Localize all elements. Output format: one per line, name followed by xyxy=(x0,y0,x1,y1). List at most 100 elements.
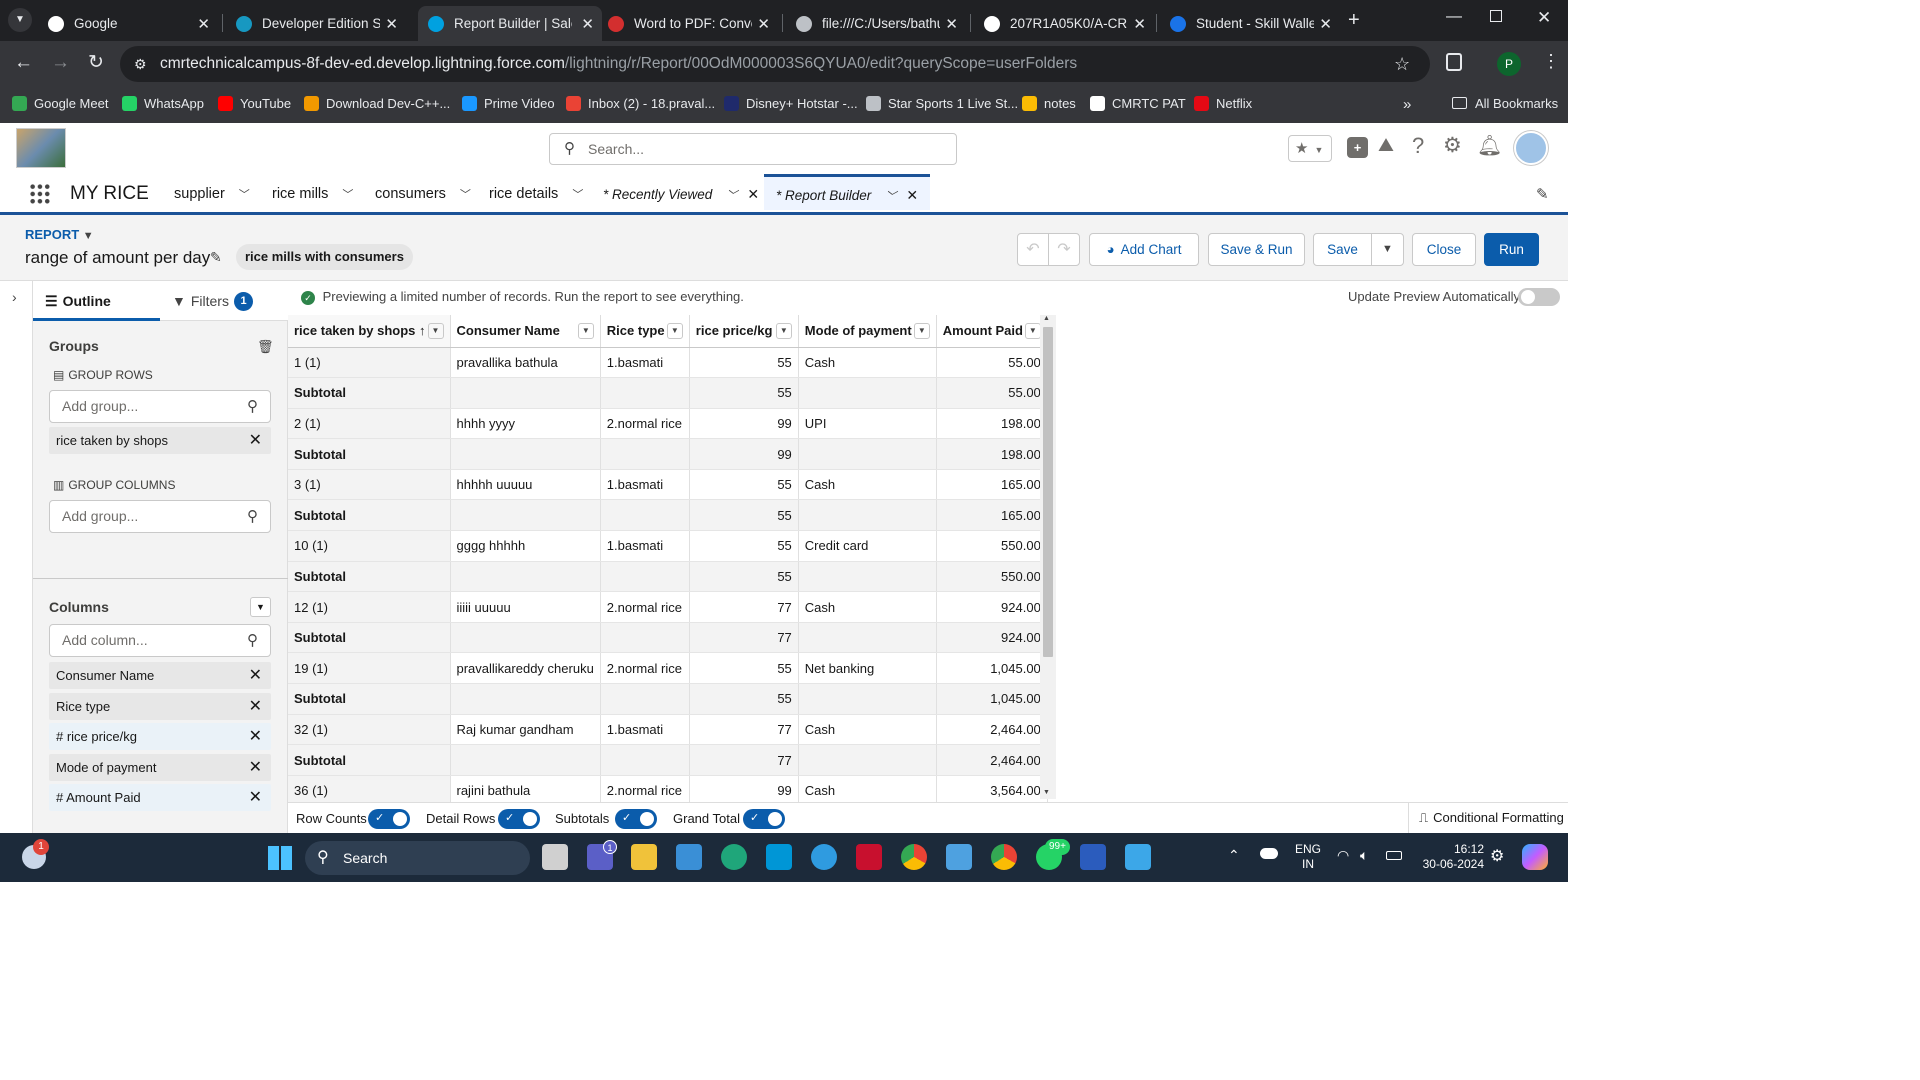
chevron-down-icon[interactable]: ﹀ xyxy=(572,189,583,201)
copilot-icon[interactable] xyxy=(1522,844,1548,870)
panel-collapse-rail[interactable]: › xyxy=(0,281,33,833)
close-window-button[interactable]: ✕ xyxy=(1537,8,1551,28)
bookmark-item[interactable]: Google Meet xyxy=(12,96,108,111)
delete-groups-icon[interactable]: 🗑︎ xyxy=(257,339,274,355)
browser-tab[interactable]: Google ✕ xyxy=(38,6,218,41)
bookmark-item[interactable]: Download Dev-C++... xyxy=(304,96,450,111)
close-tab-icon[interactable]: ✕ xyxy=(906,187,918,203)
tab-close-icon[interactable]: ✕ xyxy=(197,15,210,33)
setup-gear-icon[interactable]: ⚙ xyxy=(1443,133,1462,158)
bookmark-item[interactable]: Netflix xyxy=(1194,96,1252,111)
notifications-bell-icon[interactable]: 🔔︎ xyxy=(1477,133,1502,158)
nav-item[interactable]: rice details ﹀ xyxy=(489,176,583,212)
chrome-menu-icon[interactable]: ⋮ xyxy=(1542,51,1560,72)
chevron-down-icon[interactable]: ﹀ xyxy=(885,191,896,203)
browser-tab[interactable]: Word to PDF: Conver ✕ xyxy=(598,6,778,41)
help-app-icon[interactable] xyxy=(811,844,837,870)
column-header[interactable]: Amount Paid ▼ xyxy=(936,315,1048,348)
table-row[interactable]: 32 (1) Raj kumar gandham 1.basmati 77 Cash 2,… xyxy=(288,714,1048,746)
remove-icon[interactable]: ✕ xyxy=(249,723,262,750)
onedrive-icon[interactable] xyxy=(1260,848,1278,859)
group-row-pill[interactable]: rice taken by shops ✕ xyxy=(49,427,271,454)
battery-icon[interactable] xyxy=(1386,851,1402,860)
forward-icon[interactable]: → xyxy=(51,52,70,74)
grand-total-toggle[interactable] xyxy=(743,809,785,829)
tab-close-icon[interactable]: ✕ xyxy=(1133,15,1146,33)
column-pill[interactable]: Consumer Name ✕ xyxy=(49,662,271,689)
org-logo[interactable] xyxy=(16,128,66,168)
bookmark-item[interactable]: WhatsApp xyxy=(122,96,204,111)
column-header[interactable]: rice taken by shops ↑ ▼ xyxy=(288,315,451,348)
browser-tab[interactable]: 207R1A05K0/A-CRM ✕ xyxy=(974,6,1154,41)
global-add-icon[interactable]: + xyxy=(1347,137,1368,158)
site-info-icon[interactable]: ⚙ xyxy=(134,46,147,82)
chevron-down-icon[interactable]: ﹀ xyxy=(726,190,737,202)
chevron-down-icon[interactable]: ﹀ xyxy=(342,189,353,201)
column-menu-icon[interactable]: ▼ xyxy=(666,323,683,339)
bookmark-item[interactable]: notes xyxy=(1022,96,1076,111)
save-menu-button[interactable]: ▼ xyxy=(1371,233,1404,266)
global-search-input[interactable]: ⚲ Search... xyxy=(549,133,957,165)
table-row[interactable]: 19 (1) pravallikareddy cheruku 2.normal ri… xyxy=(288,652,1048,685)
back-icon[interactable]: ← xyxy=(14,52,33,74)
photos-icon[interactable] xyxy=(1125,844,1151,870)
chrome-profile-icon[interactable] xyxy=(991,844,1017,870)
bookmark-item[interactable]: YouTube xyxy=(218,96,291,111)
column-header[interactable]: Rice type ▼ xyxy=(600,315,690,348)
reload-icon[interactable]: ↻ xyxy=(88,51,104,74)
table-row[interactable]: 12 (1) iiiii uuuuu 2.normal rice 77 Cash 924.… xyxy=(288,591,1048,623)
remove-icon[interactable]: ✕ xyxy=(249,754,262,781)
help-icon[interactable]: ? xyxy=(1412,133,1424,159)
tab-filters[interactable]: ▼ Filters 1 xyxy=(160,281,288,321)
bookmark-item[interactable]: CMRTC PAT xyxy=(1090,96,1186,111)
tab-close-icon[interactable]: ✕ xyxy=(581,15,594,33)
myhp-icon[interactable] xyxy=(766,844,792,870)
table-row[interactable]: 1 (1) pravallika bathula 1.basmati 55 Cash 55… xyxy=(288,347,1048,379)
vertical-scrollbar[interactable]: ▲ ▼ xyxy=(1040,315,1056,799)
language-indicator[interactable]: ENG IN xyxy=(1295,842,1321,872)
save-button[interactable]: Save xyxy=(1313,233,1372,266)
minimize-button[interactable]: — xyxy=(1446,8,1462,26)
edge-icon[interactable] xyxy=(721,844,747,870)
bookmark-item[interactable]: Inbox (2) - 18.praval... xyxy=(566,96,715,111)
close-button[interactable]: Close xyxy=(1412,233,1476,266)
update-preview-toggle[interactable] xyxy=(1518,288,1560,306)
taskbar-search[interactable]: ⚲ Search xyxy=(305,841,530,875)
task-view-icon[interactable] xyxy=(542,844,568,870)
favorites-star-icon[interactable]: ★ ▼ xyxy=(1288,135,1332,162)
save-and-run-button[interactable]: Save & Run xyxy=(1208,233,1305,266)
remove-icon[interactable]: ✕ xyxy=(249,662,262,689)
column-menu-icon[interactable]: ▼ xyxy=(775,323,792,339)
tab-close-icon[interactable]: ✕ xyxy=(1319,15,1332,33)
browser-tab[interactable]: Developer Edition Sig ✕ xyxy=(226,6,406,41)
nav-item[interactable]: * Report Builder ﹀ ✕ xyxy=(764,174,931,210)
more-bookmarks-icon[interactable]: » xyxy=(1403,96,1411,113)
url-bar[interactable]: ⚙ cmrtechnicalcampus-8f-dev-ed.develop.l… xyxy=(120,46,1430,82)
detail-rows-toggle[interactable] xyxy=(498,809,540,829)
volume-icon[interactable]: 🔈︎ xyxy=(1360,847,1368,864)
all-bookmarks[interactable]: All Bookmarks xyxy=(1452,96,1558,111)
expand-chevron-icon[interactable]: › xyxy=(12,289,17,305)
conditional-formatting-button[interactable]: ⎍ Conditional Formatting xyxy=(1408,803,1568,833)
chevron-down-icon[interactable]: ﹀ xyxy=(239,189,250,201)
column-menu-icon[interactable]: ▼ xyxy=(577,323,594,339)
tab-close-icon[interactable]: ✕ xyxy=(385,15,398,33)
add-group-columns-input[interactable]: Add group... ⚲ xyxy=(49,500,271,533)
edit-nav-pencil-icon[interactable]: ✎ xyxy=(1536,185,1549,203)
row-counts-toggle[interactable] xyxy=(368,809,410,829)
columns-menu-button[interactable]: ▼ xyxy=(250,597,271,617)
column-pill[interactable]: # Amount Paid ✕ xyxy=(49,784,271,812)
nav-item[interactable]: rice mills ﹀ xyxy=(272,176,353,212)
new-tab-button[interactable]: + xyxy=(1348,9,1360,32)
column-pill[interactable]: # rice price/kg ✕ xyxy=(49,723,271,751)
file-explorer-icon[interactable] xyxy=(631,844,657,870)
bookmark-item[interactable]: Disney+ Hotstar -... xyxy=(724,96,858,111)
subtotals-toggle[interactable] xyxy=(615,809,657,829)
column-menu-icon[interactable]: ▼ xyxy=(427,323,444,339)
column-header[interactable]: Consumer Name ▼ xyxy=(450,315,601,348)
settings-icon[interactable]: ⚙ xyxy=(1490,846,1504,866)
notepad-icon[interactable] xyxy=(946,844,972,870)
run-button[interactable]: Run xyxy=(1484,233,1539,266)
add-group-rows-input[interactable]: Add group... ⚲ xyxy=(49,390,271,423)
tab-outline[interactable]: ☰ Outline xyxy=(33,281,160,321)
